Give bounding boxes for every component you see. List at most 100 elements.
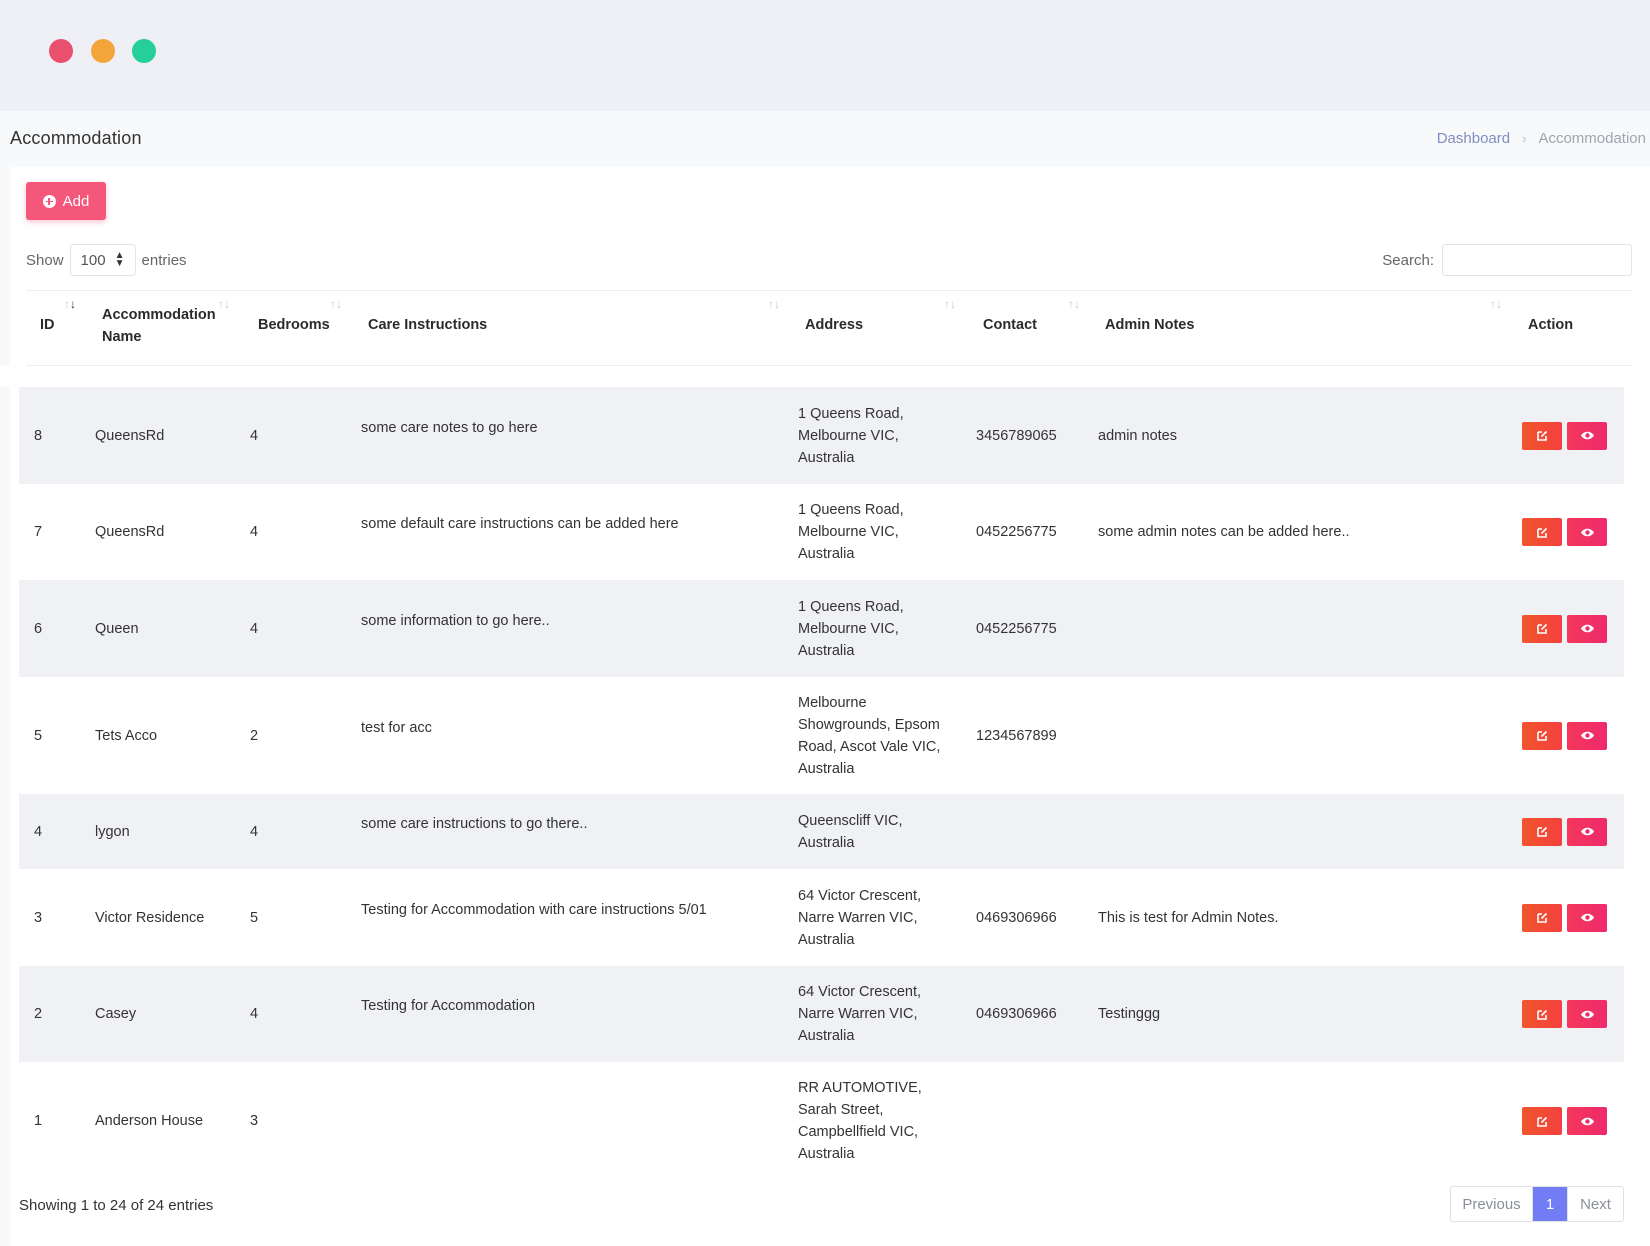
cell-admin-notes: admin notes <box>1098 427 1177 444</box>
address-line: Road, Ascot Vale VIC, <box>798 738 941 755</box>
cell-contact: 0452256775 <box>976 524 1057 540</box>
cell-bedrooms: 4 <box>250 1006 259 1022</box>
cell-name: Tets Acco <box>95 727 158 744</box>
column-header-admin-notes[interactable]: Admin Notes <box>1105 314 1194 336</box>
table-row: 2 Casey 4 Testing for Accommodation 04693069… <box>19 966 1624 1062</box>
view-button[interactable] <box>1567 903 1607 932</box>
view-button[interactable] <box>1567 721 1607 750</box>
cell-bedrooms: 3 <box>250 1113 259 1129</box>
cell-bedrooms: 5 <box>250 909 259 926</box>
address-line: Australia <box>798 931 855 948</box>
table-row: 3 Victor Residence 5 Testing for Accommodat… <box>19 869 1624 966</box>
eye-icon <box>1580 912 1595 923</box>
cell-contact: 1234567899 <box>976 727 1057 744</box>
cell-care-instructions: some information to go here.. <box>361 612 550 629</box>
column-header-care-instructions[interactable]: Care Instructions <box>368 314 487 336</box>
view-button[interactable] <box>1567 421 1607 450</box>
address-line: Melbourne <box>798 694 867 711</box>
page-title: Accommodation <box>10 128 142 148</box>
next-page-button[interactable]: Next <box>1567 1187 1623 1221</box>
table-row: 4 lygon 4 some care instructions to go ther… <box>19 794 1624 869</box>
column-header-contact[interactable]: Contact <box>983 314 1037 336</box>
edit-icon <box>1536 825 1549 838</box>
cell-address: Melbourne Showgrounds, Epsom Road, Ascot V… <box>798 692 940 780</box>
edit-icon <box>1536 622 1549 635</box>
table-header: ID ↑↓ Accommodation Name ↑↓ Bedrooms ↑↓ … <box>26 290 1632 366</box>
address-line: Melbourne VIC, <box>798 427 899 444</box>
column-header-address[interactable]: Address <box>805 314 863 336</box>
maximize-window-button[interactable] <box>132 39 156 63</box>
cell-name: lygon <box>95 823 130 840</box>
cell-id: 3 <box>34 909 43 926</box>
address-line: Australia <box>798 449 855 466</box>
add-accommodation-button[interactable]: Add <box>26 182 106 220</box>
window-titlebar <box>0 0 1650 111</box>
edit-icon <box>1536 429 1549 442</box>
sort-icon: ↑↓ <box>1490 297 1502 311</box>
column-header-bedrooms[interactable]: Bedrooms <box>258 314 330 336</box>
edit-button[interactable] <box>1522 518 1562 546</box>
cell-care-instructions: some default care instructions can be ad… <box>361 516 679 532</box>
column-header-accommodation-name[interactable]: Accommodation Name <box>102 304 216 348</box>
select-arrows-icon: ▲ ▼ <box>114 250 125 269</box>
cell-name: Queen <box>95 620 139 637</box>
cell-bedrooms: 4 <box>250 427 259 444</box>
edit-button[interactable] <box>1522 903 1562 932</box>
column-header-id[interactable]: ID <box>40 314 55 336</box>
breadcrumb-separator: › <box>1522 131 1527 146</box>
address-line: Australia <box>798 1146 855 1162</box>
view-button[interactable] <box>1567 1107 1607 1135</box>
minimize-window-button[interactable] <box>91 39 115 63</box>
view-button[interactable] <box>1567 518 1607 546</box>
address-line: 1 Queens Road, <box>798 502 904 518</box>
sort-icon: ↑↓ <box>944 297 956 311</box>
pagination: Previous 1 Next <box>1450 1186 1624 1222</box>
view-button[interactable] <box>1567 1000 1607 1028</box>
address-line: 64 Victor Crescent, <box>798 887 922 904</box>
plus-circle-icon <box>42 194 56 208</box>
cell-bedrooms: 2 <box>250 727 259 744</box>
edit-button[interactable] <box>1522 1107 1562 1135</box>
cell-care-instructions: some care notes to go here <box>361 419 538 436</box>
cell-bedrooms: 4 <box>250 620 259 637</box>
breadcrumb-dashboard-link[interactable]: Dashboard <box>1437 130 1510 147</box>
cell-address: RR AUTOMOTIVE, Sarah Street, Campbellfield… <box>798 1077 922 1165</box>
cell-admin-notes: Testinggg <box>1098 1006 1161 1022</box>
address-line: Campbellfield VIC, <box>798 1124 919 1140</box>
address-line: 1 Queens Road, <box>798 598 904 615</box>
page-size-select[interactable]: 100 ▲ ▼ <box>69 244 136 276</box>
cell-id: 8 <box>34 427 43 444</box>
column-header-action: Action <box>1528 317 1574 333</box>
entries-length-control: Show 100 ▲ ▼ entries <box>26 244 187 276</box>
address-line: Australia <box>798 1028 855 1044</box>
entries-label: entries <box>141 251 187 269</box>
search-input[interactable] <box>1442 244 1632 276</box>
cell-id: 1 <box>34 1113 43 1129</box>
cell-address: Queenscliff VIC, Australia <box>798 810 903 854</box>
sort-icon: ↑↓ <box>768 297 780 311</box>
edit-button[interactable] <box>1522 1000 1562 1028</box>
cell-contact: 0452256775 <box>976 620 1057 637</box>
eye-icon <box>1580 826 1595 837</box>
previous-page-button[interactable]: Previous <box>1451 1187 1533 1221</box>
close-window-button[interactable] <box>49 39 73 63</box>
edit-button[interactable] <box>1522 614 1562 643</box>
cell-id: 5 <box>34 727 43 744</box>
cell-name: Casey <box>95 1006 137 1022</box>
cell-id: 2 <box>34 1006 43 1022</box>
table-row: 1 Anderson House 3 RR AUTOMOTIVE, Sarah Stre… <box>19 1062 1624 1180</box>
address-line: Australia <box>798 546 855 562</box>
cell-id: 7 <box>34 524 43 540</box>
edit-button[interactable] <box>1522 721 1562 750</box>
cell-address: 1 Queens Road, Melbourne VIC, Australia <box>798 499 904 565</box>
view-button[interactable] <box>1567 817 1607 846</box>
address-line: Australia <box>798 760 855 777</box>
eye-icon <box>1580 430 1595 441</box>
view-button[interactable] <box>1567 614 1607 643</box>
cell-care-instructions: Testing for Accommodation with care inst… <box>361 901 707 918</box>
edit-button[interactable] <box>1522 817 1562 846</box>
eye-icon <box>1580 527 1595 538</box>
page-1-button[interactable]: 1 <box>1533 1187 1567 1221</box>
edit-button[interactable] <box>1522 421 1562 450</box>
breadcrumb-current: Accommodation <box>1538 130 1646 147</box>
